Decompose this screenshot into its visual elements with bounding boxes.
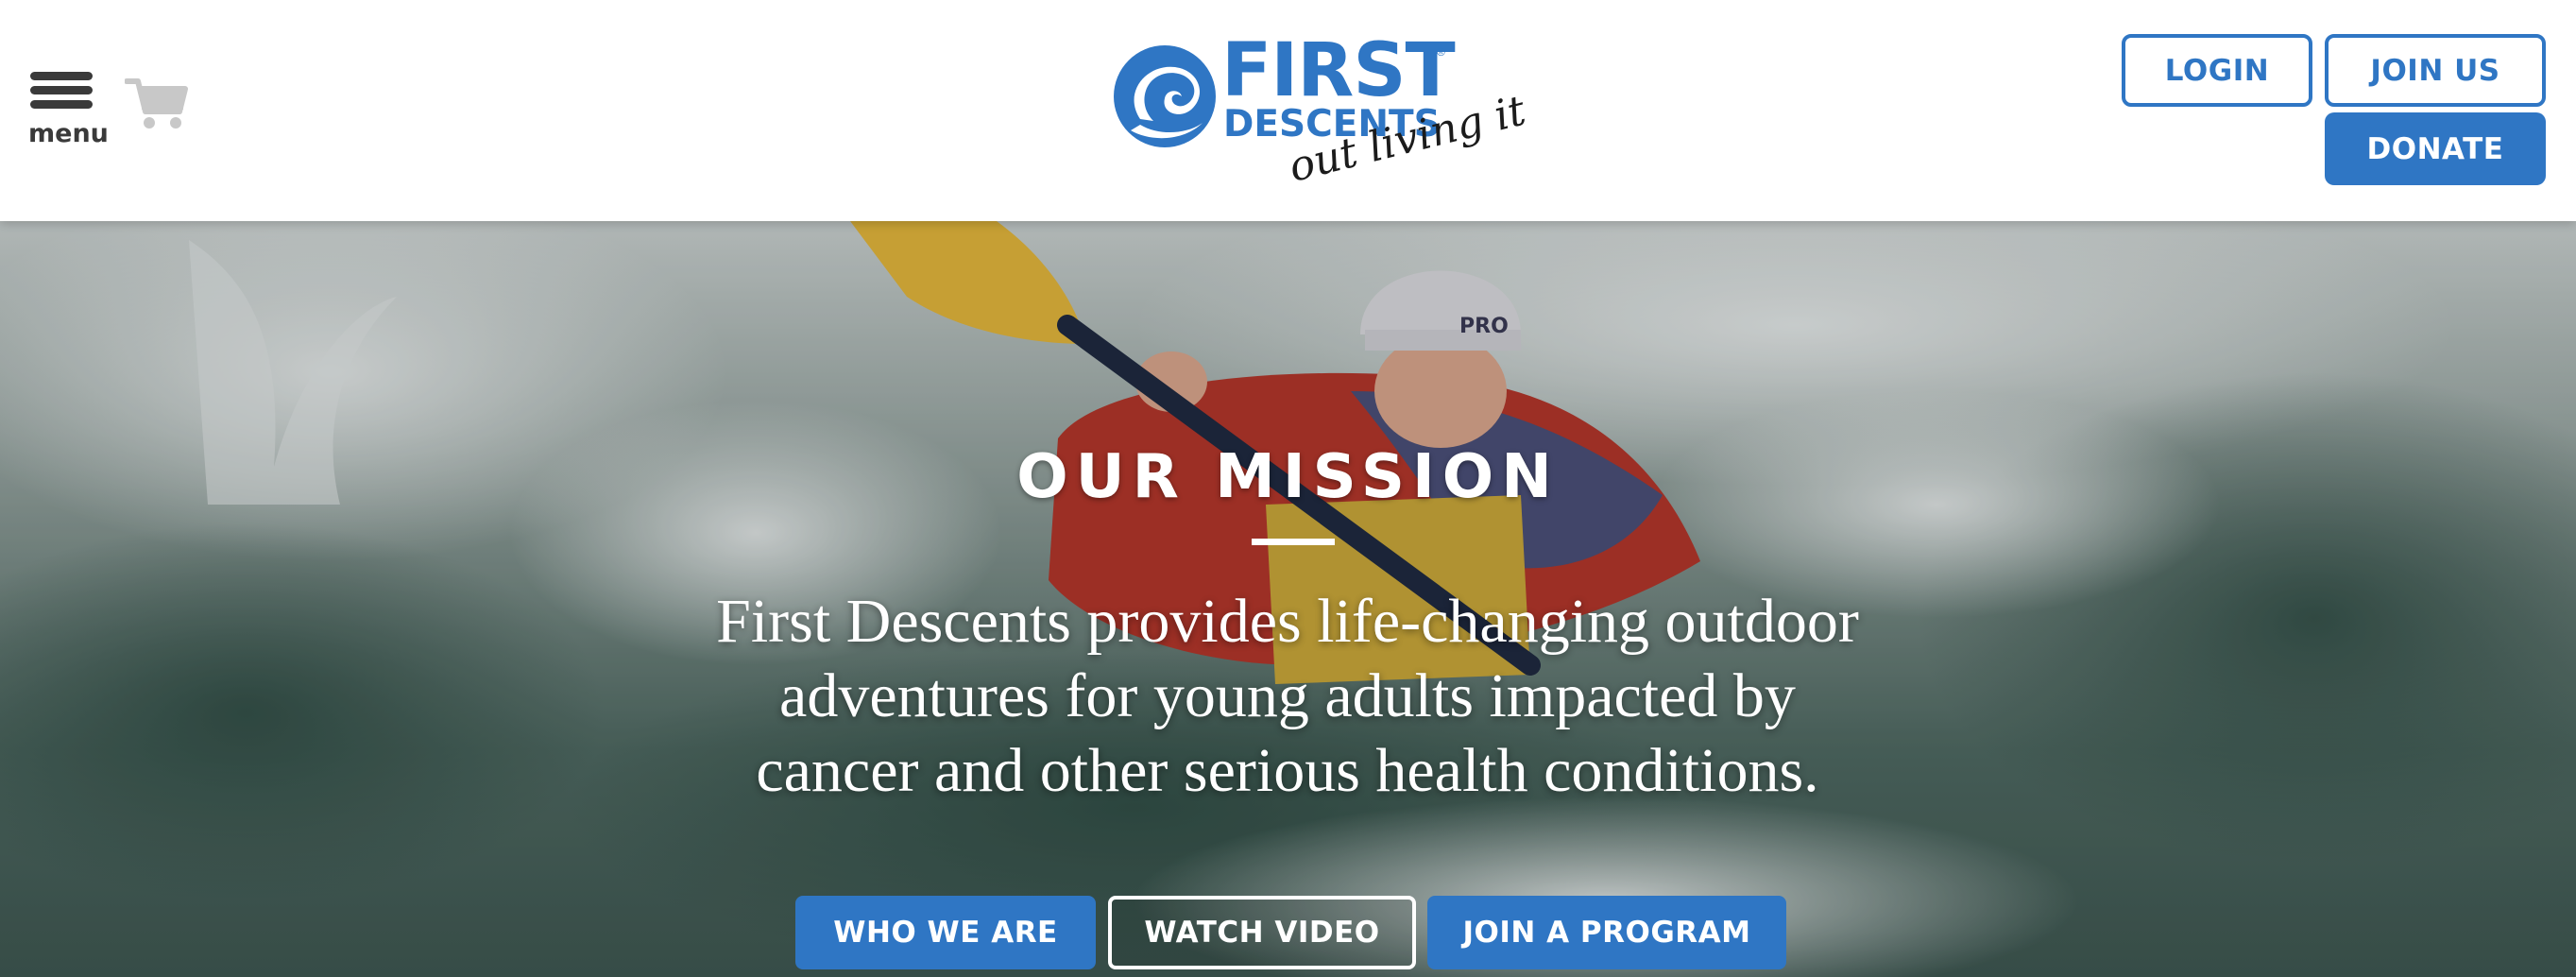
menu-button[interactable]: menu [28, 72, 109, 149]
first-descents-logo[interactable]: FIRST ® DESCENTS out living it [1110, 34, 1530, 208]
mission-statement: First Descents provides life-changing ou… [579, 584, 1996, 808]
mission-line: adventures for young adults impacted by [779, 661, 1796, 730]
wave-swirl-logo-icon [1114, 45, 1216, 147]
hamburger-menu-icon-bar [30, 86, 93, 94]
site-header: menu FIRST ® DESCENTS out living it LOGI… [0, 0, 2576, 221]
join-a-program-button[interactable]: JOIN A PROGRAM [1427, 896, 1786, 969]
mission-line: cancer and other serious health conditio… [756, 736, 1819, 805]
donate-button[interactable]: DONATE [2325, 112, 2546, 185]
login-button[interactable]: LOGIN [2122, 34, 2312, 107]
mission-line: First Descents provides life-changing ou… [716, 587, 1859, 656]
hero-section: PRO OUR MISSION First Descents provides … [0, 221, 2576, 977]
hero-title-divider [1252, 539, 1335, 545]
logo-wordmark-first: FIRST [1221, 28, 1456, 113]
hero-title: OUR MISSION [1016, 442, 1560, 512]
who-we-are-button[interactable]: WHO WE ARE [795, 896, 1096, 969]
logo-registered-mark: ® [1437, 45, 1445, 59]
shopping-cart-icon[interactable] [125, 76, 189, 132]
hamburger-menu-icon [30, 72, 93, 80]
join-us-button[interactable]: JOIN US [2325, 34, 2546, 107]
watch-video-button[interactable]: WATCH VIDEO [1108, 896, 1416, 969]
menu-label: menu [28, 119, 109, 148]
hamburger-menu-icon-bar [30, 100, 93, 109]
